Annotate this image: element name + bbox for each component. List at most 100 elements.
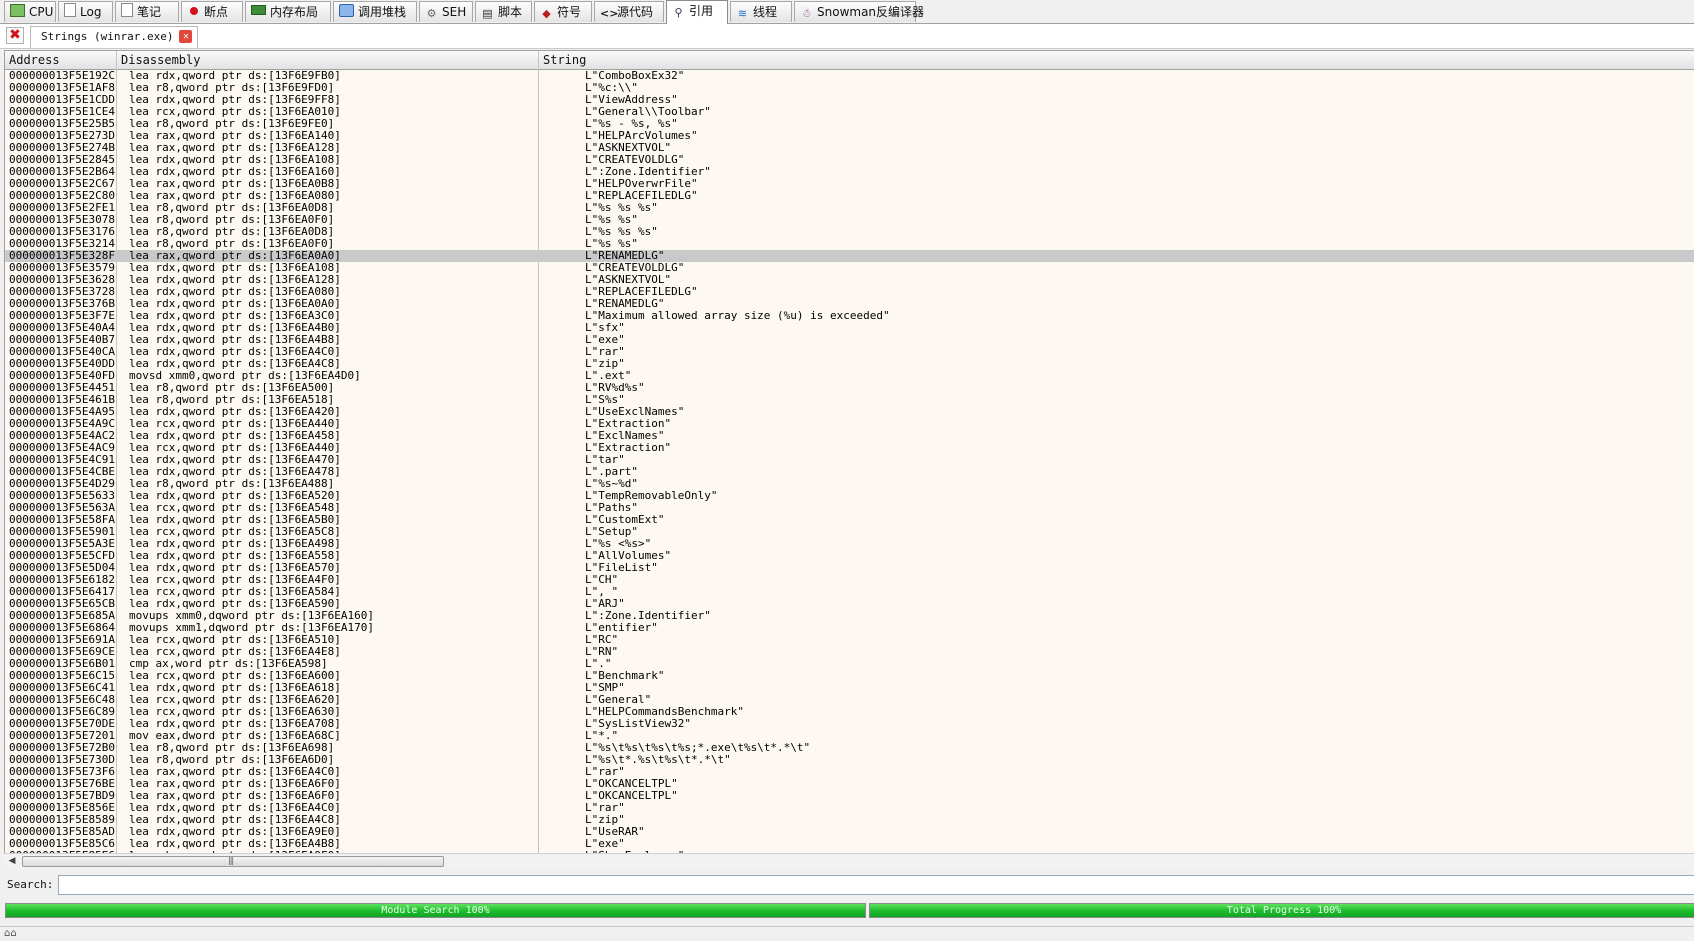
table-row[interactable]: 000000013F5E4451 lea r8,qword ptr ds:[13F…	[5, 382, 1694, 394]
tab-log[interactable]: Log	[58, 1, 113, 22]
tab-references[interactable]: ⚲ 引用	[666, 0, 728, 24]
tab-snowman-decompiler[interactable]: ☃ Snowman反编译器	[794, 1, 924, 22]
table-row[interactable]: 000000013F5E274B lea rax,qword ptr ds:[13…	[5, 142, 1694, 154]
table-row[interactable]: 000000013F5E40FD movsd xmm0,qword ptr ds:…	[5, 370, 1694, 382]
table-row[interactable]: 000000013F5E8589 lea rdx,qword ptr ds:[13…	[5, 814, 1694, 826]
table-row[interactable]: 000000013F5E6417 lea rcx,qword ptr ds:[13…	[5, 586, 1694, 598]
table-row[interactable]: 000000013F5E5A3E lea rdx,qword ptr ds:[13…	[5, 538, 1694, 550]
column-header-address[interactable]: Address	[5, 51, 117, 69]
table-row[interactable]: 000000013F5E6B01 cmp ax,word ptr ds:[13F6…	[5, 658, 1694, 670]
table-row[interactable]: 000000013F5E7201 mov eax,dword ptr ds:[13…	[5, 730, 1694, 742]
close-tab-icon[interactable]: ✕	[179, 30, 193, 43]
table-row[interactable]: 000000013F5E4AC9 lea rcx,qword ptr ds:[13…	[5, 442, 1694, 454]
table-row[interactable]: 000000013F5E2845 lea rdx,qword ptr ds:[13…	[5, 154, 1694, 166]
table-row[interactable]: 000000013F5E192C lea rdx,qword ptr ds:[13…	[5, 70, 1694, 82]
tab-label: 源代码	[617, 5, 654, 19]
table-row[interactable]: 000000013F5E4CBE lea rdx,qword ptr ds:[13…	[5, 466, 1694, 478]
table-row[interactable]: 000000013F5E730D lea r8,qword ptr ds:[13F…	[5, 754, 1694, 766]
table-row[interactable]: 000000013F5E563A lea rcx,qword ptr ds:[13…	[5, 502, 1694, 514]
address-cell: 000000013F5E76BE	[9, 778, 115, 790]
disassembly-cell: lea rdx,qword ptr ds:[13F6EA570]	[129, 562, 341, 574]
tab-cpu[interactable]: CPU	[4, 1, 56, 22]
column-header-string[interactable]: String	[539, 51, 1694, 69]
table-row[interactable]: 000000013F5E5CFD lea rdx,qword ptr ds:[13…	[5, 550, 1694, 562]
table-row[interactable]: 000000013F5E685A movups xmm0,dqword ptr d…	[5, 610, 1694, 622]
tab-call-stack[interactable]: 调用堆栈	[333, 1, 417, 22]
tab-memory-map[interactable]: 内存布局	[245, 1, 331, 22]
table-row[interactable]: 000000013F5E461B lea r8,qword ptr ds:[13F…	[5, 394, 1694, 406]
table-row[interactable]: 000000013F5E58FA lea rdx,qword ptr ds:[13…	[5, 514, 1694, 526]
table-row[interactable]: 000000013F5E1CDD lea rdx,qword ptr ds:[13…	[5, 94, 1694, 106]
table-row[interactable]: 000000013F5E5633 lea rdx,qword ptr ds:[13…	[5, 490, 1694, 502]
column-header-disassembly[interactable]: Disassembly	[117, 51, 539, 69]
tab-threads[interactable]: ≋ 线程	[730, 1, 792, 22]
table-row[interactable]: 000000013F5E5901 lea rcx,qword ptr ds:[13…	[5, 526, 1694, 538]
table-row[interactable]: 000000013F5E70DE lea rdx,qword ptr ds:[13…	[5, 718, 1694, 730]
table-row[interactable]: 000000013F5E3078 lea r8,qword ptr ds:[13F…	[5, 214, 1694, 226]
table-row[interactable]: 000000013F5E65CB lea rdx,qword ptr ds:[13…	[5, 598, 1694, 610]
string-cell: L"rar"	[585, 766, 625, 778]
address-cell: 000000013F5E7BD9	[9, 790, 115, 802]
table-row[interactable]: 000000013F5E2C80 lea rax,qword ptr ds:[13…	[5, 190, 1694, 202]
tab-symbols[interactable]: ◆ 符号	[534, 1, 592, 22]
table-row[interactable]: 000000013F5E40DD lea rdx,qword ptr ds:[13…	[5, 358, 1694, 370]
table-row[interactable]: 000000013F5E3214 lea r8,qword ptr ds:[13F…	[5, 238, 1694, 250]
table-row[interactable]: 000000013F5E76BE lea rax,qword ptr ds:[13…	[5, 778, 1694, 790]
tab-source[interactable]: <>源代码	[594, 1, 664, 22]
string-cell: L"%s <%s>"	[585, 538, 652, 550]
table-row[interactable]: 000000013F5E3628 lea rdx,qword ptr ds:[13…	[5, 274, 1694, 286]
table-row[interactable]: 000000013F5E73F6 lea rax,qword ptr ds:[13…	[5, 766, 1694, 778]
table-row[interactable]: 000000013F5E40A4 lea rdx,qword ptr ds:[13…	[5, 322, 1694, 334]
table-row[interactable]: 000000013F5E40CA lea rdx,qword ptr ds:[13…	[5, 346, 1694, 358]
table-row[interactable]: 000000013F5E273D lea rax,qword ptr ds:[13…	[5, 130, 1694, 142]
table-row[interactable]: 000000013F5E3F7E lea rdx,qword ptr ds:[13…	[5, 310, 1694, 322]
table-row[interactable]: 000000013F5E69CE lea rcx,qword ptr ds:[13…	[5, 646, 1694, 658]
string-cell: L"rar"	[585, 802, 625, 814]
table-row[interactable]: 000000013F5E85AD lea rdx,qword ptr ds:[13…	[5, 826, 1694, 838]
tab-strings-winrar[interactable]: Strings (winrar.exe) ✕	[30, 26, 199, 48]
table-row[interactable]: 000000013F5E6C41 lea rdx,qword ptr ds:[13…	[5, 682, 1694, 694]
table-row[interactable]: 000000013F5E2B64 lea rdx,qword ptr ds:[13…	[5, 166, 1694, 178]
table-row[interactable]: 000000013F5E328F lea rax,qword ptr ds:[13…	[5, 250, 1694, 262]
close-all-tabs-button[interactable]: ✖	[6, 27, 24, 44]
tab-notes[interactable]: 笔记	[115, 1, 179, 22]
table-row[interactable]: 000000013F5E1CE4 lea rcx,qword ptr ds:[13…	[5, 106, 1694, 118]
scroll-left-arrow-icon[interactable]: ◀	[6, 855, 18, 868]
table-row[interactable]: 000000013F5E72B0 lea r8,qword ptr ds:[13F…	[5, 742, 1694, 754]
table-row[interactable]: 000000013F5E4A9C lea rcx,qword ptr ds:[13…	[5, 418, 1694, 430]
table-row[interactable]: 000000013F5E6C15 lea rcx,qword ptr ds:[13…	[5, 670, 1694, 682]
table-row[interactable]: 000000013F5E3176 lea r8,qword ptr ds:[13F…	[5, 226, 1694, 238]
seh-icon: ⚙	[426, 7, 437, 20]
search-input[interactable]	[58, 875, 1694, 895]
tab-seh[interactable]: ⚙ SEH	[419, 1, 473, 22]
tab-breakpoints[interactable]: 断点	[181, 1, 243, 22]
table-row[interactable]: 000000013F5E4A95 lea rdx,qword ptr ds:[13…	[5, 406, 1694, 418]
table-row[interactable]: 000000013F5E1AF8 lea r8,qword ptr ds:[13F…	[5, 82, 1694, 94]
table-row[interactable]: 000000013F5E85C6 lea rdx,qword ptr ds:[13…	[5, 838, 1694, 850]
horizontal-scrollbar[interactable]: ◀ |||	[4, 853, 1694, 869]
address-cell: 000000013F5E58FA	[9, 514, 115, 526]
table-row[interactable]: 000000013F5E3579 lea rdx,qword ptr ds:[13…	[5, 262, 1694, 274]
table-row[interactable]: 000000013F5E25B5 lea r8,qword ptr ds:[13F…	[5, 118, 1694, 130]
table-row[interactable]: 000000013F5E6182 lea rcx,qword ptr ds:[13…	[5, 574, 1694, 586]
table-row[interactable]: 000000013F5E376B lea rdx,qword ptr ds:[13…	[5, 298, 1694, 310]
table-row[interactable]: 000000013F5E40B7 lea rdx,qword ptr ds:[13…	[5, 334, 1694, 346]
scrollbar-thumb[interactable]: |||	[22, 856, 444, 867]
string-cell: L"*."	[585, 730, 619, 742]
table-row[interactable]: 000000013F5E4AC2 lea rdx,qword ptr ds:[13…	[5, 430, 1694, 442]
table-row[interactable]: 000000013F5E7BD9 lea rax,qword ptr ds:[13…	[5, 790, 1694, 802]
table-row[interactable]: 000000013F5E856E lea rdx,qword ptr ds:[13…	[5, 802, 1694, 814]
log-icon	[64, 3, 76, 17]
table-row[interactable]: 000000013F5E2FE1 lea r8,qword ptr ds:[13F…	[5, 202, 1694, 214]
table-row[interactable]: 000000013F5E6C89 lea rcx,qword ptr ds:[13…	[5, 706, 1694, 718]
table-row[interactable]: 000000013F5E5D04 lea rdx,qword ptr ds:[13…	[5, 562, 1694, 574]
tab-script[interactable]: ▤ 脚本	[475, 1, 532, 22]
table-row[interactable]: 000000013F5E691A lea rcx,qword ptr ds:[13…	[5, 634, 1694, 646]
table-row[interactable]: 000000013F5E6C48 lea rcx,qword ptr ds:[13…	[5, 694, 1694, 706]
table-row[interactable]: 000000013F5E2C67 lea rax,qword ptr ds:[13…	[5, 178, 1694, 190]
table-row[interactable]: 000000013F5E4C91 lea rdx,qword ptr ds:[13…	[5, 454, 1694, 466]
table-row[interactable]: 000000013F5E3728 lea rdx,qword ptr ds:[13…	[5, 286, 1694, 298]
table-row[interactable]: 000000013F5E4D29 lea r8,qword ptr ds:[13F…	[5, 478, 1694, 490]
string-cell: L"%s\t%s\t%s\t%s;*.exe\t%s\t*.*\t"	[585, 742, 811, 754]
table-row[interactable]: 000000013F5E6864 movups xmm1,dqword ptr d…	[5, 622, 1694, 634]
